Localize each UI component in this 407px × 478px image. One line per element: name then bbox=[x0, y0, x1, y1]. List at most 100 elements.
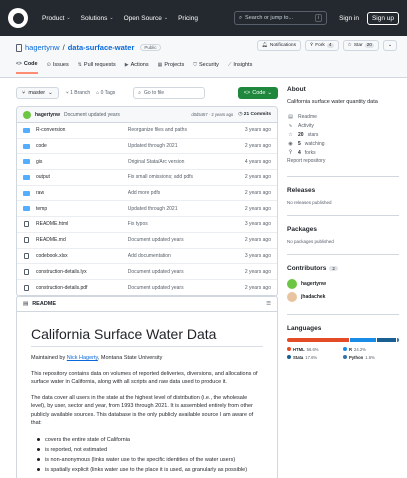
global-search-input[interactable]: ⌕ Search or jump to... / bbox=[233, 11, 328, 25]
maintainer-link[interactable]: Nick Hagerty bbox=[67, 355, 98, 361]
tab-security[interactable]: ⛉ Security bbox=[193, 61, 219, 74]
nav-pricing[interactable]: Pricing bbox=[178, 15, 198, 22]
branch-select-button[interactable]: ⑂ master ⌄ bbox=[16, 87, 59, 99]
file-commit-message[interactable]: Document updated years bbox=[128, 285, 245, 291]
table-row[interactable]: gis Original Stata/Arc version 4 years ago bbox=[17, 154, 277, 171]
file-age: 4 years ago bbox=[244, 158, 271, 165]
file-name-link[interactable]: codebook.xlsx bbox=[36, 253, 128, 259]
star-dropdown-button[interactable]: ⌄ bbox=[382, 40, 397, 51]
avatar[interactable] bbox=[23, 110, 31, 119]
table-row[interactable]: code Updated through 2021 2 years ago bbox=[17, 139, 277, 155]
file-commit-message[interactable]: Updated through 2021 bbox=[128, 206, 245, 212]
tab-issues[interactable]: ⊙ Issues bbox=[47, 61, 69, 74]
repo-description: California surface water quantity data bbox=[287, 99, 378, 105]
file-commit-message[interactable]: Fix typos bbox=[128, 221, 245, 227]
table-row[interactable]: temp Updated through 2021 2 years ago bbox=[17, 201, 277, 218]
file-age: 3 years ago bbox=[244, 221, 271, 228]
sign-in-link[interactable]: Sign in bbox=[339, 15, 359, 22]
table-row[interactable]: construction-details.pdf Document updated… bbox=[17, 280, 277, 296]
contributor-item[interactable]: hagertynw bbox=[287, 278, 399, 291]
commits-link[interactable]: ◷ 21 Commits bbox=[238, 112, 271, 117]
report-repository-link[interactable]: Report repository bbox=[287, 157, 399, 166]
table-row[interactable]: README.md Document updated years 2 years a… bbox=[17, 233, 277, 249]
file-age: 3 years ago bbox=[244, 127, 271, 134]
nav-open-source[interactable]: Open Source ⌄ bbox=[124, 15, 169, 22]
file-name-link[interactable]: construction-details.pdf bbox=[36, 285, 128, 291]
stars-link[interactable]: ☆ 20 stars bbox=[287, 131, 399, 140]
table-row[interactable]: README.html Fix typos 3 years ago bbox=[17, 217, 277, 233]
file-commit-message[interactable]: Fix small omissions; add pdfs bbox=[128, 174, 245, 180]
table-row[interactable]: construction-details.lyx Document updated… bbox=[17, 264, 277, 280]
branch-icon: ⑂ bbox=[22, 90, 26, 96]
readme-link[interactable]: ▤ Readme bbox=[287, 113, 399, 122]
releases-heading[interactable]: Releases bbox=[287, 187, 399, 194]
star-icon: ☆ bbox=[347, 43, 352, 48]
table-row[interactable]: raw Add more pdfs 2 years ago bbox=[17, 186, 277, 202]
tab-pull-requests[interactable]: ⇅ Pull requests bbox=[78, 61, 116, 74]
sign-up-button[interactable]: Sign up bbox=[366, 11, 399, 25]
branches-link[interactable]: ⑂ 1 Branch bbox=[66, 90, 90, 96]
activity-link[interactable]: ∿ Activity bbox=[287, 122, 399, 131]
tags-link[interactable]: ⌂ 0 Tags bbox=[96, 90, 115, 96]
file-commit-message[interactable]: Document updated years bbox=[128, 269, 245, 275]
watchers-link[interactable]: ◉ 5 watching bbox=[287, 139, 399, 148]
packages-heading[interactable]: Packages bbox=[287, 226, 399, 233]
folder-icon bbox=[23, 159, 30, 165]
table-row[interactable]: codebook.xlsx Add documentation 3 years ag… bbox=[17, 249, 277, 265]
github-logo-icon[interactable] bbox=[8, 8, 28, 28]
file-commit-message[interactable]: Document updated years bbox=[128, 237, 245, 243]
language-item[interactable]: Stata 17.6% bbox=[287, 355, 343, 360]
readme-tab[interactable]: README bbox=[32, 301, 56, 307]
file-name-link[interactable]: R-conversion bbox=[36, 127, 128, 133]
notifications-button[interactable]: 🔔︎ Notifications bbox=[256, 40, 302, 51]
commit-hash-link[interactable]: d0d5457 · 2 years ago bbox=[191, 112, 233, 117]
list-item: is spatially explicit (links water use t… bbox=[37, 465, 263, 475]
file-commit-message[interactable]: Original Stata/Arc version bbox=[128, 159, 245, 165]
readme-title: California Surface Water Data bbox=[31, 326, 263, 347]
star-button[interactable]: ☆ Star 20 bbox=[342, 40, 379, 51]
language-item[interactable]: HTML 56.6% bbox=[287, 347, 343, 352]
file-commit-message[interactable]: Updated through 2021 bbox=[128, 143, 245, 149]
contributors-heading[interactable]: Contributors 2 bbox=[287, 265, 399, 272]
file-commit-message[interactable]: Add more pdfs bbox=[128, 190, 245, 196]
file-name-link[interactable]: README.html bbox=[36, 221, 128, 227]
readme-body: California Surface Water Data Maintained… bbox=[17, 312, 277, 475]
nav-solutions[interactable]: Solutions ⌄ bbox=[81, 15, 114, 22]
go-to-file-input[interactable]: ⌕ Go to file bbox=[133, 87, 206, 99]
repo-tabs: <> Code ⊙ Issues ⇅ Pull requests ▶ Actions ▦… bbox=[16, 61, 252, 74]
commit-author-link[interactable]: hagertynw bbox=[35, 112, 60, 118]
file-name-link[interactable]: gis bbox=[36, 159, 128, 165]
nav-product[interactable]: Product ⌄ bbox=[42, 15, 71, 22]
file-name-link[interactable]: construction-details.lyx bbox=[36, 269, 128, 275]
issue-icon: ⊙ bbox=[46, 62, 51, 68]
file-name-link[interactable]: temp bbox=[36, 206, 128, 212]
forks-link[interactable]: Ŷ 4 forks bbox=[287, 148, 399, 157]
repo-owner-link[interactable]: hagertynw bbox=[25, 43, 60, 52]
table-row[interactable]: R-conversion Reorganize files and paths 3 … bbox=[17, 123, 277, 139]
code-dropdown-button[interactable]: <> Code ⌄ bbox=[237, 87, 278, 99]
book-icon: ▤ bbox=[288, 114, 293, 121]
file-age: 2 years ago bbox=[244, 268, 271, 275]
file-commit-message[interactable]: Add documentation bbox=[128, 253, 245, 259]
commit-message-link[interactable]: Document updated years bbox=[64, 112, 120, 118]
fork-button[interactable]: Ŷ Fork 4 bbox=[305, 40, 339, 51]
tab-projects[interactable]: ▦ Projects bbox=[158, 61, 185, 74]
repo-name-link[interactable]: data-surface-water bbox=[68, 43, 135, 52]
file-name-link[interactable]: code bbox=[36, 143, 128, 149]
avatar bbox=[287, 279, 297, 290]
file-name-link[interactable]: output bbox=[36, 174, 128, 180]
file-name-link[interactable]: raw bbox=[36, 190, 128, 196]
language-item[interactable]: Python 1.6% bbox=[343, 355, 399, 360]
language-item[interactable]: R 24.2% bbox=[343, 347, 399, 352]
tab-insights[interactable]: ⟋ Insights bbox=[228, 61, 252, 74]
file-commit-message[interactable]: Reorganize files and paths bbox=[128, 127, 245, 133]
contributor-item[interactable]: jhadachek bbox=[287, 291, 399, 304]
divider bbox=[287, 253, 399, 255]
tab-code[interactable]: <> Code bbox=[16, 61, 38, 74]
language-bar-segment bbox=[287, 337, 349, 342]
divider bbox=[287, 313, 399, 315]
outline-icon[interactable]: ☰ bbox=[266, 301, 271, 307]
tab-actions[interactable]: ▶ Actions bbox=[125, 61, 149, 74]
file-name-link[interactable]: README.md bbox=[36, 237, 128, 243]
table-row[interactable]: output Fix small omissions; add pdfs 2 yea… bbox=[17, 170, 277, 186]
